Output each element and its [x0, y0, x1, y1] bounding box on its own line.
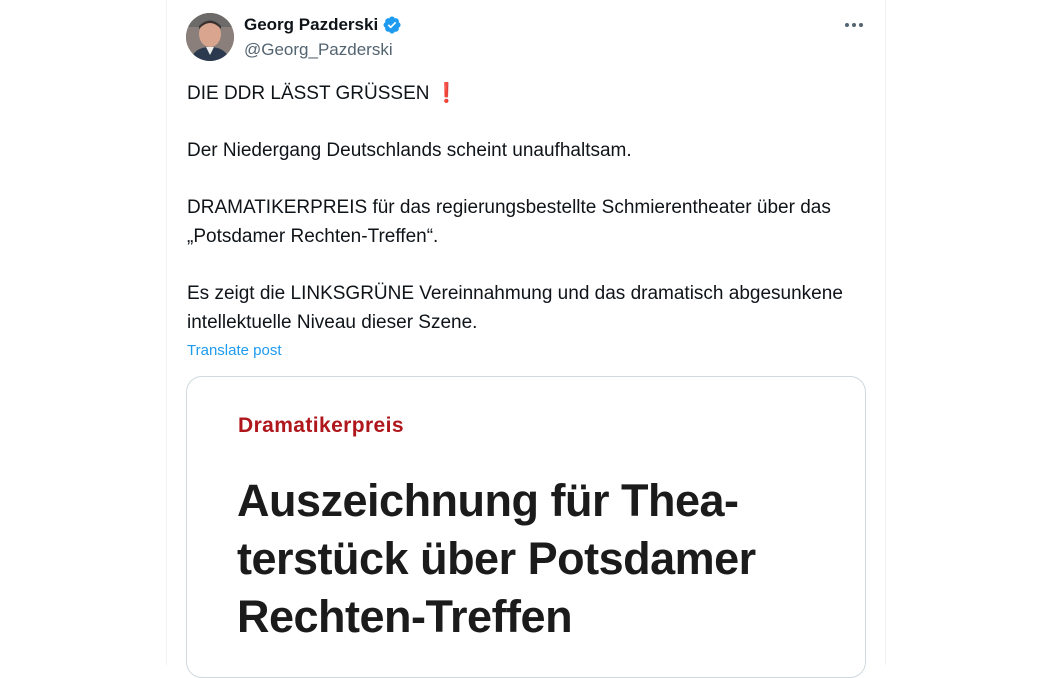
timeline-border-right [885, 0, 886, 665]
card-kicker: Dramatikerpreis [238, 414, 404, 437]
avatar-photo [186, 13, 234, 61]
verified-badge-icon [383, 16, 401, 34]
tweet-text: DIE DDR LÄSST GRÜSSEN ❗ Der Niedergang D… [187, 79, 867, 337]
author-name[interactable]: Georg Pazderski [244, 13, 378, 37]
attached-media-card[interactable]: Dramatikerpreis Auszeichnung für Thea­te… [186, 376, 866, 678]
tweet-paragraph-2: Der Niedergang Deutschlands scheint unau… [187, 140, 632, 161]
card-headline: Auszeichnung für Thea­terstück über Pots… [237, 475, 756, 642]
author-name-row[interactable]: Georg Pazderski [244, 13, 402, 37]
more-options-button[interactable] [838, 12, 870, 38]
translate-post-link[interactable]: Translate post [187, 341, 282, 361]
tweet-line-1: DIE DDR LÄSST GRÜSSEN ❗ [187, 79, 867, 108]
timeline-border-left [166, 0, 167, 665]
tweet-paragraph-3: DRAMATIKERPREIS für das regierungsbestel… [187, 197, 831, 247]
more-horizontal-icon [845, 23, 863, 27]
author-handle[interactable]: @Georg_Pazderski [244, 39, 393, 61]
tweet-headline-text: DIE DDR LÄSST GRÜSSEN [187, 83, 430, 104]
avatar[interactable] [186, 13, 234, 61]
red-exclamation-icon: ❗ [434, 83, 459, 104]
tweet-paragraph-4: Es zeigt die LINKSGRÜNE Vereinnahmung un… [187, 283, 843, 333]
